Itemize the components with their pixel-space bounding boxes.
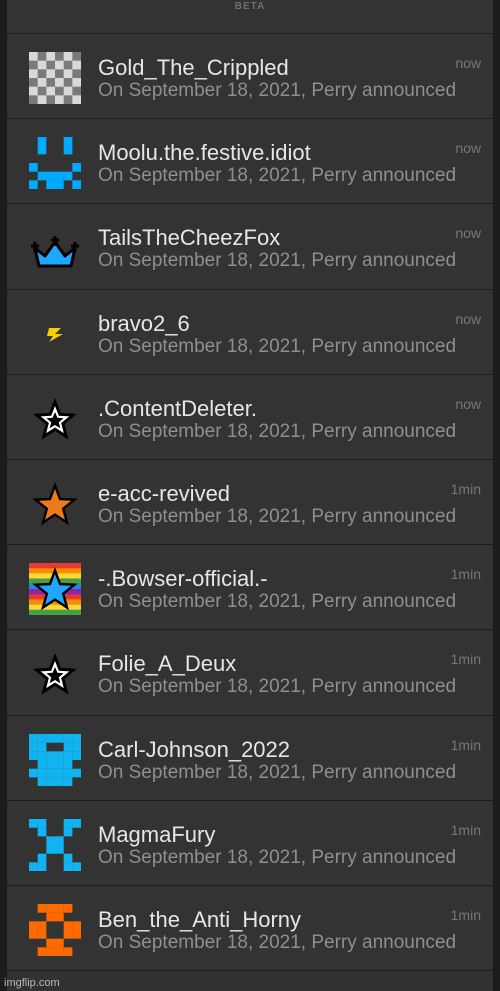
- notification-text: On September 18, 2021, Perry announced: [98, 250, 457, 272]
- notification-list: Gold_The_Crippled On September 18, 2021, …: [7, 34, 493, 972]
- user-name: e-acc-revived: [98, 480, 231, 506]
- user-name: Carl-Johnson_2022: [98, 736, 291, 762]
- notification-text: On September 18, 2021, Perry announced: [98, 591, 457, 613]
- notification-row[interactable]: Folie_A_Deux On September 18, 2021, Perry…: [7, 630, 493, 716]
- notification-row[interactable]: Moolu.the.festive.idiot On September 18, …: [7, 119, 493, 205]
- crown-icon: [29, 222, 81, 274]
- notification-row[interactable]: .ContentDeleter. On September 18, 2021, P…: [7, 374, 493, 460]
- watermark: imgflip.com: [4, 977, 60, 989]
- timestamp: now: [455, 140, 481, 157]
- pixel-invader-icon: [29, 733, 81, 786]
- app-frame: BETA Gold_The_Crippled On September 18, 2…: [0, 0, 500, 991]
- timestamp: 1min: [450, 651, 481, 668]
- star-orange-icon: [29, 478, 81, 530]
- pixel-cross-icon: [29, 903, 81, 956]
- notification-panel: BETA Gold_The_Crippled On September 18, 2…: [6, 0, 494, 991]
- notification-text: On September 18, 2021, Perry announced: [98, 761, 457, 783]
- notification-text: On September 18, 2021, Perry announced: [98, 505, 457, 527]
- notification-row[interactable]: bravo2_6 On September 18, 2021, Perry ann…: [7, 289, 493, 375]
- pixel-x-icon: [29, 818, 81, 871]
- notification-row[interactable]: -.Bowser-official.- On September 18, 2021…: [7, 545, 493, 631]
- timestamp: now: [455, 55, 481, 71]
- checkerboard-icon: [29, 52, 81, 104]
- rainbow-star-icon: [29, 563, 81, 616]
- panel-header: BETA: [7, 0, 493, 34]
- timestamp: 1min: [450, 906, 481, 923]
- notification-text: On September 18, 2021, Perry announced: [98, 165, 457, 187]
- notification-row[interactable]: TailsTheCheezFox On September 18, 2021, P…: [7, 204, 493, 290]
- notification-text: On September 18, 2021, Perry announced: [98, 676, 457, 698]
- timestamp: now: [455, 310, 481, 327]
- user-name: Folie_A_Deux: [98, 651, 237, 677]
- notification-row[interactable]: e-acc-revived On September 18, 2021, Perr…: [7, 459, 493, 546]
- pixel-face-icon: [29, 137, 81, 190]
- notification-text: On September 18, 2021, Perry announced: [98, 846, 457, 868]
- user-name: Ben_the_Anti_Horny: [98, 906, 302, 932]
- user-name: -.Bowser-official.-: [98, 566, 268, 592]
- timestamp: 1min: [450, 821, 481, 838]
- user-name: Moolu.the.festive.idiot: [98, 140, 311, 166]
- notification-text: On September 18, 2021, Perry announced: [98, 420, 457, 442]
- notification-row[interactable]: MagmaFury On September 18, 2021, Perry an…: [7, 800, 493, 886]
- notification-row[interactable]: Gold_The_Crippled On September 18, 2021, …: [7, 34, 493, 120]
- star-outline-icon: [29, 648, 81, 700]
- timestamp: now: [455, 395, 481, 412]
- notification-text: On September 18, 2021, Perry announced: [98, 931, 457, 953]
- user-name: Gold_The_Crippled: [98, 55, 289, 80]
- timestamp: 1min: [450, 566, 481, 583]
- timestamp: 1min: [450, 480, 481, 497]
- notification-text: On September 18, 2021, Perry announced: [98, 80, 457, 101]
- user-name: MagmaFury: [98, 821, 216, 847]
- timestamp: now: [455, 225, 481, 242]
- timestamp: 1min: [450, 736, 481, 753]
- user-name: .ContentDeleter.: [98, 395, 257, 421]
- beta-label: BETA: [234, 1, 266, 12]
- user-name: TailsTheCheezFox: [98, 225, 281, 251]
- notification-row[interactable]: Carl-Johnson_2022 On September 18, 2021, …: [7, 715, 493, 801]
- user-name: bravo2_6: [98, 310, 190, 336]
- lightning-icon: [29, 308, 81, 360]
- notification-row[interactable]: Ben_the_Anti_Horny On September 18, 2021,…: [7, 885, 493, 972]
- star-outline-icon: [29, 393, 81, 445]
- notification-text: On September 18, 2021, Perry announced: [98, 335, 457, 357]
